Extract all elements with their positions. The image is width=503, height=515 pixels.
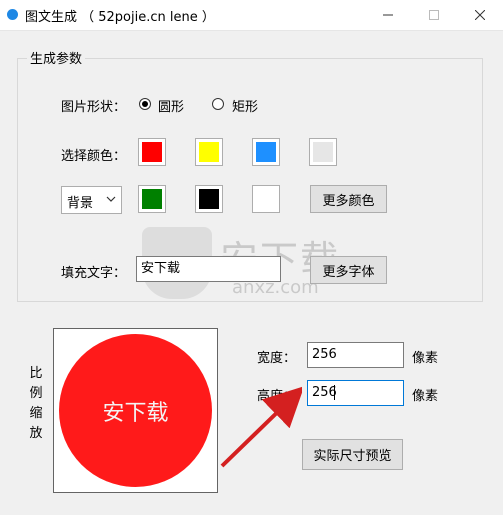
scale-label-3: 缩 (29, 406, 43, 421)
text-caret (334, 385, 335, 400)
radio-rect-label[interactable]: 矩形 (232, 96, 258, 115)
swatch-green[interactable] (138, 185, 166, 213)
maximize-button[interactable] (411, 0, 457, 30)
height-input[interactable]: 256 (307, 380, 404, 406)
params-group-title: 生成参数 (27, 48, 86, 67)
close-button[interactable] (457, 0, 503, 30)
title-bar: 图文生成 （ 52pojie.cn lene ） (0, 0, 503, 31)
width-label: 宽度： (257, 351, 297, 366)
shape-label: 图片形状： (61, 100, 127, 115)
swatch-red[interactable] (138, 138, 166, 166)
target-select[interactable]: 背景 (61, 186, 122, 214)
more-colors-button[interactable]: 更多颜色 (310, 185, 387, 213)
width-unit: 像素 (412, 351, 439, 366)
color-label: 选择颜色： (61, 149, 127, 164)
scale-label-2: 例 (29, 386, 43, 401)
annotation-arrow-icon (220, 386, 302, 468)
swatch-black[interactable] (195, 185, 223, 213)
preview-box: 安下载 (53, 328, 218, 493)
minimize-icon (383, 14, 393, 16)
height-unit: 像素 (412, 389, 439, 404)
window-title: 图文生成 （ 52pojie.cn lene ） (25, 10, 215, 25)
preview-text: 安下载 (102, 400, 169, 426)
fill-text-label: 填充文字： (61, 266, 127, 281)
swatch-yellow[interactable] (195, 138, 223, 166)
scale-label-1: 比 (29, 366, 43, 381)
radio-circle-label[interactable]: 圆形 (158, 96, 184, 115)
maximize-icon (429, 10, 439, 20)
scale-label-4: 放 (29, 426, 43, 441)
target-select-value: 背景 (67, 196, 94, 211)
swatch-lightgray[interactable] (309, 138, 337, 166)
close-icon (475, 10, 485, 20)
radio-rect[interactable] (212, 98, 224, 110)
fill-text-input[interactable]: 安下载 (136, 256, 281, 282)
chevron-down-icon (106, 196, 116, 202)
actual-size-preview-button[interactable]: 实际尺寸预览 (302, 439, 403, 470)
swatch-blue[interactable] (252, 138, 280, 166)
app-icon (7, 9, 18, 20)
swatch-white[interactable] (252, 185, 280, 213)
preview-circle: 安下载 (59, 334, 212, 487)
radio-circle[interactable] (139, 98, 151, 110)
more-fonts-button[interactable]: 更多字体 (310, 256, 387, 284)
width-input[interactable]: 256 (307, 342, 404, 368)
minimize-button[interactable] (365, 0, 411, 30)
